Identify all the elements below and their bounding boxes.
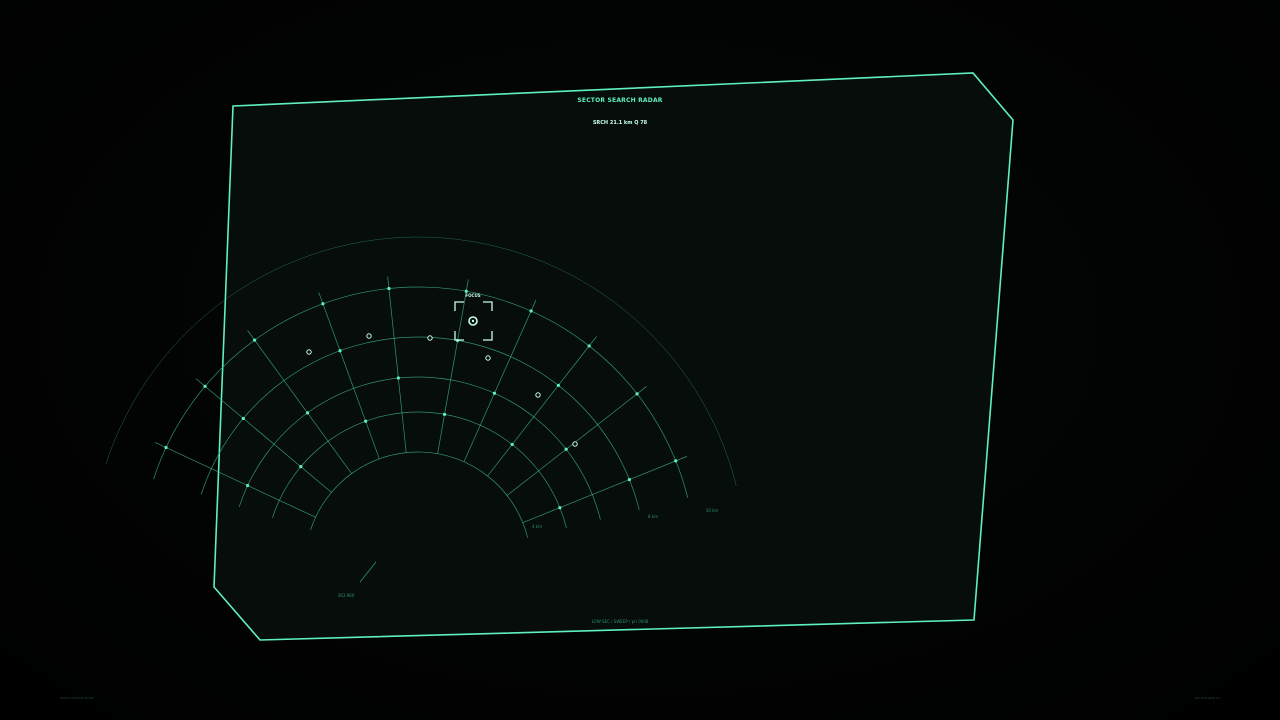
radar-stage: SECTOR SEARCH RADAR SRCH 21.1 km Q 78 FO… <box>0 0 1280 720</box>
range-label-4km: 4 km <box>532 524 542 529</box>
radar-contact[interactable] <box>306 349 312 355</box>
radar-contact[interactable] <box>485 355 491 361</box>
radar-contact[interactable] <box>366 333 372 339</box>
radar-contact[interactable] <box>535 392 541 398</box>
grid-node <box>510 442 514 447</box>
grid-node <box>564 447 568 451</box>
grid-node <box>674 459 678 463</box>
grid-node <box>442 412 447 416</box>
grid-node <box>305 411 310 415</box>
panel-footer: LOW SEC / SWEEP / pri 0008 <box>592 619 649 624</box>
corner-label-left: RADAR PASSIVE MODE <box>60 696 94 700</box>
grid-node <box>635 392 639 396</box>
grid-node <box>252 338 257 342</box>
radar-contact[interactable] <box>572 441 578 447</box>
grid-node <box>364 419 368 423</box>
grid-node <box>164 445 168 450</box>
grid-node <box>558 506 562 510</box>
grid-node <box>627 477 631 482</box>
grid-node <box>492 391 497 395</box>
grid-node <box>299 465 303 469</box>
grid-node <box>321 302 325 306</box>
focus-label: FOCUS <box>465 293 480 298</box>
grid-node <box>556 383 560 387</box>
range-label-10km: 10 km <box>706 508 719 513</box>
grid-node <box>396 376 400 380</box>
grid-node <box>241 416 245 421</box>
grid-node <box>246 483 250 488</box>
grid-node <box>529 309 533 313</box>
corner-label-right: SECTOR GRID 01 <box>1194 696 1220 700</box>
radar-display: SECTOR SEARCH RADAR SRCH 21.1 km Q 78 FO… <box>60 72 1220 700</box>
radar-contact[interactable] <box>427 335 433 341</box>
panel-title: SECTOR SEARCH RADAR <box>577 97 662 104</box>
grid-node <box>203 384 207 388</box>
range-readout: SRCH 21.1 km Q 78 <box>593 120 648 126</box>
grid-node <box>587 344 591 348</box>
range-label-8km: 8 km <box>648 514 658 519</box>
grid-node <box>387 286 391 291</box>
heading-label: 363.960 <box>338 593 355 598</box>
grid-node <box>338 349 342 353</box>
panel-frame <box>213 72 1014 641</box>
